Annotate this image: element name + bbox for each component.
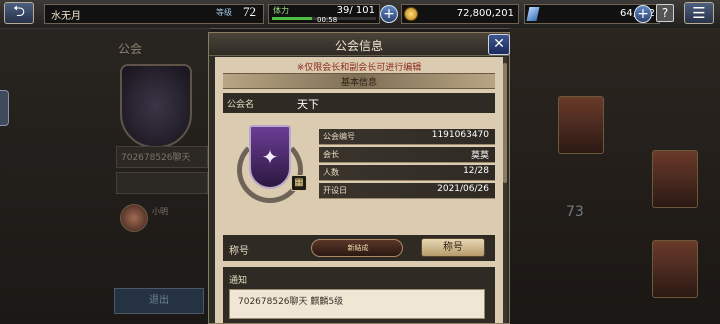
stamina-bar-fill [272, 17, 313, 20]
player-name: 水无月 [51, 11, 81, 22]
title-badge-text: 新結成 [347, 244, 369, 252]
stamina-value: 39/ 101 [336, 5, 375, 16]
title-button[interactable]: 称号 [421, 238, 485, 257]
background-number: 73 [566, 204, 584, 220]
guild-notice-panel: 通知 702678526聊天 麒麟5级 [223, 267, 495, 323]
section-header: 基本信息 [223, 73, 495, 89]
edit-emblem-button[interactable]: ▦ [291, 175, 307, 191]
info-label: 开设日 [323, 186, 347, 195]
guild-emblem: ✦ ▦ [235, 123, 307, 207]
background-avatar [120, 204, 148, 232]
background-title: 公会 [118, 42, 143, 56]
info-value: 12/28 [463, 166, 489, 176]
add-gem-button[interactable]: + [634, 5, 652, 23]
modal-title: 公会信息 [334, 39, 383, 53]
info-row-members: 人数 12/28 [319, 165, 495, 181]
guild-banner-icon: ✦ [249, 125, 291, 189]
edit-permission-notice: ※仅限会长和副会长可进行编辑 [296, 63, 422, 73]
info-row-guild-id: 公会编号 1191063470 [319, 129, 495, 145]
gold-coin-icon [404, 7, 418, 21]
stamina-label: 体力 [273, 6, 289, 15]
modal-body: ※仅限会长和副会长可进行编辑 基本信息 公会名 天下 ✦ ▦ 公会编号 1191… [215, 57, 503, 323]
info-value: 1191063470 [431, 130, 489, 140]
player-info: 水无月 等级 72 [44, 4, 264, 24]
info-row-leader: 会长 莫莫 [319, 147, 495, 163]
close-button[interactable]: ✕ [488, 34, 510, 55]
modal-scrollbar[interactable] [503, 57, 507, 323]
info-value: 2021/06/26 [437, 184, 489, 194]
level-label: 等级 [216, 8, 232, 17]
notice-label: 通知 [229, 276, 248, 286]
grid-icon: ▦ [294, 177, 304, 188]
menu-button[interactable]: ☰ [684, 2, 714, 24]
background-card [652, 150, 698, 208]
section-title: 基本信息 [340, 78, 377, 88]
back-arrow-icon: ⮌ [12, 1, 25, 20]
background-card [558, 96, 604, 154]
info-label: 公会编号 [323, 132, 355, 141]
info-label: 会长 [323, 150, 339, 159]
back-button[interactable]: ⮌ [4, 2, 34, 24]
background-member-name: 小明 [152, 207, 168, 216]
level-value: 72 [243, 4, 256, 19]
info-row-founded: 开设日 2021/06/26 [319, 183, 495, 199]
background-button: 退出 [114, 288, 204, 314]
background-row: 702678526聊天 [116, 146, 208, 168]
help-button[interactable]: ? [656, 4, 674, 22]
info-value: 莫莫 [470, 151, 489, 161]
notice-text: 702678526聊天 麒麟5级 [238, 297, 344, 307]
info-label: 人数 [323, 168, 339, 177]
gold-display: 72,800,201 [401, 4, 519, 24]
stamina-timer: 00:58 [317, 16, 338, 24]
gold-value: 72,800,201 [456, 8, 514, 19]
stamina-display: 体力 39/ 101 00:58 [268, 4, 380, 24]
title-badge: 新結成 [311, 239, 403, 257]
phoenix-icon: ✦ [261, 145, 279, 169]
close-icon: ✕ [493, 36, 505, 52]
modal-header: 公会信息 ✕ [209, 33, 510, 56]
gem-icon [526, 7, 540, 21]
add-stamina-button[interactable]: + [380, 5, 398, 23]
background-row [116, 172, 208, 194]
side-drawer-tab[interactable] [0, 90, 9, 126]
title-label: 称号 [229, 246, 249, 257]
background-row-text: 702678526聊天 [121, 153, 191, 163]
menu-icon: ☰ [692, 4, 706, 22]
guild-name-value: 天下 [297, 98, 319, 111]
guild-info-modal: 公会信息 ✕ ※仅限会长和副会长可进行编辑 基本信息 公会名 天下 ✦ ▦ 公会… [208, 32, 510, 324]
scroll-thumb[interactable] [503, 63, 507, 183]
guild-title-row: 称号 新結成 称号 [223, 235, 495, 261]
guild-name-label: 公会名 [227, 100, 255, 110]
notice-text-box: 702678526聊天 麒麟5级 [229, 289, 485, 319]
top-bar: ⮌ 水无月 等级 72 体力 39/ 101 00:58 + 72,800,20… [0, 0, 720, 29]
background-emblem [120, 64, 192, 148]
background-card [652, 240, 698, 298]
guild-name-row: 公会名 天下 [223, 93, 495, 113]
